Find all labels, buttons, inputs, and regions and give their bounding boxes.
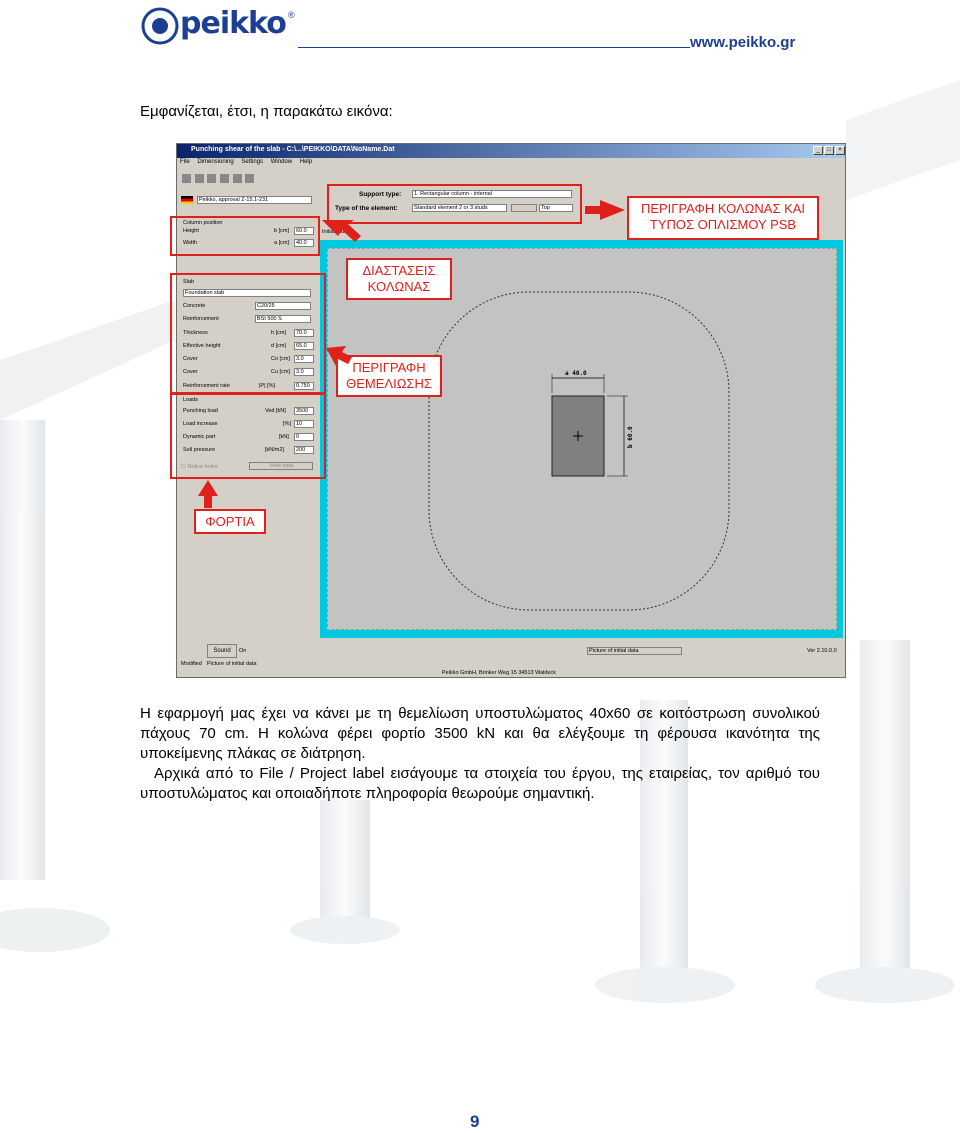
arrow-column-type-icon: [585, 200, 625, 220]
intro-text: Εμφανίζεται, έτσι, η παρακάτω εικόνα:: [140, 103, 393, 120]
peikko-logo: [141, 7, 179, 45]
website-link[interactable]: www.peikko.gr: [690, 34, 795, 51]
picture-initial-data-button[interactable]: Picture of initial data: [587, 647, 682, 655]
status-modified: Modified: [181, 661, 202, 667]
registered-mark: ®: [288, 10, 295, 20]
logo-wordmark: peikko: [180, 6, 287, 41]
header-rule: [298, 47, 690, 48]
maximize-icon[interactable]: □: [824, 146, 834, 155]
annotation-arrows: [198, 200, 625, 508]
menu-dimensioning[interactable]: Dimensioning: [197, 159, 233, 165]
paragraph-1: Η εφαρμογή μας έχει να κάνει με τη θεμελ…: [140, 705, 820, 762]
app-titlebar: Punching shear of the slab - C:\...\PEIK…: [177, 144, 845, 158]
status-address: Peikko GmbH, Brinker Weg 15 34513 Waldec…: [442, 670, 557, 676]
status-picture: Picture of initial data: [207, 661, 257, 667]
version-label: Ver 2.10.0.0: [807, 648, 837, 654]
app-title: Punching shear of the slab - C:\...\PEIK…: [191, 146, 395, 153]
annotation-column-type-line2: ΤΥΠΟΣ ΟΠΛΙΣΜΟΥ PSB: [649, 217, 797, 232]
close-icon[interactable]: ×: [835, 146, 845, 155]
body-text: Η εφαρμογή μας έχει να κάνει με τη θεμελ…: [140, 704, 820, 804]
menu-file[interactable]: File: [180, 159, 190, 165]
paragraph-2: Αρχικά από το File / Project label εισάγ…: [140, 765, 820, 802]
arrow-column-dims-icon: [322, 220, 361, 242]
arrow-loads-icon: [198, 480, 218, 508]
menu-help[interactable]: Help: [300, 159, 312, 165]
annotation-column-type-line1: ΠΕΡΙΓΡΑΦΗ ΚΟΛΩΝΑΣ ΚΑΙ: [640, 201, 806, 216]
minimize-icon[interactable]: _: [813, 146, 823, 155]
arrow-foundation-icon: [326, 346, 352, 366]
annotation-column-type: ΠΕΡΙΓΡΑΦΗ ΚΟΛΩΝΑΣ ΚΑΙ ΤΥΠΟΣ ΟΠΛΙΣΜΟΥ PSB: [627, 196, 819, 240]
sound-button[interactable]: Sound: [207, 644, 237, 658]
sound-state: On: [239, 648, 247, 654]
menu-window[interactable]: Window: [271, 159, 292, 165]
menu-settings[interactable]: Settings: [241, 159, 263, 165]
page-number: 9: [470, 1112, 480, 1131]
